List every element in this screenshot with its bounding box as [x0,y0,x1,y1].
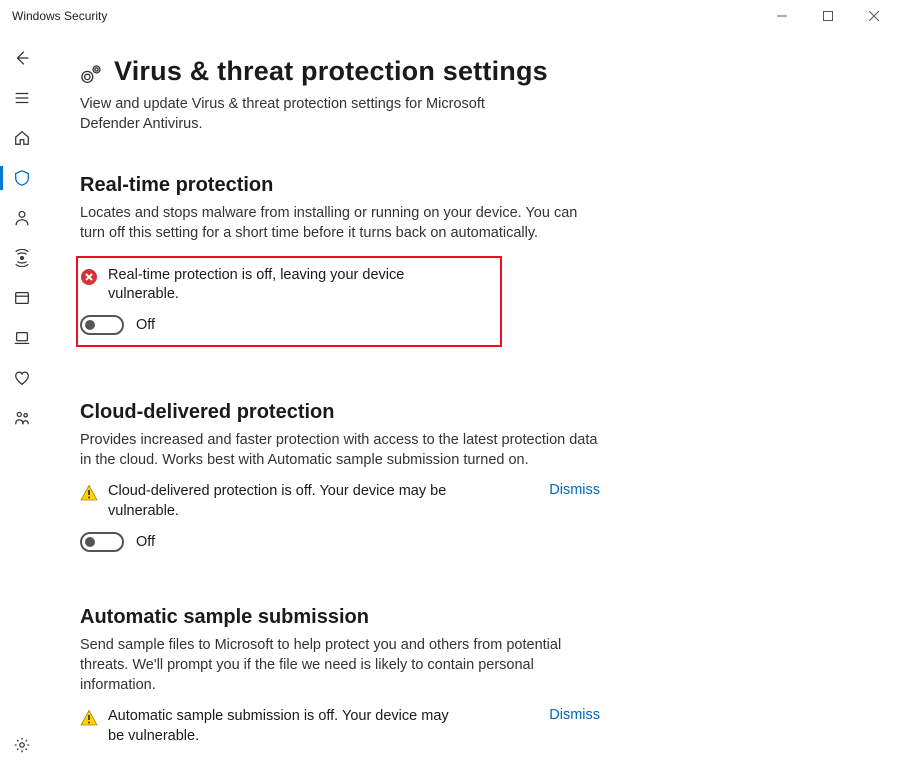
maximize-button[interactable] [805,0,851,32]
dismiss-link-sample[interactable]: Dismiss [549,707,600,723]
section-sample: Automatic sample submission Send sample … [80,606,600,747]
sidebar-item-account[interactable] [0,198,44,238]
error-icon [80,268,98,289]
page-title: Virus & threat protection settings [114,56,548,87]
sidebar-item-home[interactable] [0,118,44,158]
toggle-label-realtime: Off [136,317,155,333]
toggle-knob [85,320,95,330]
network-icon [13,249,31,267]
main-content: Virus & threat protection settings View … [44,32,897,765]
close-icon [869,11,879,21]
page-subtitle: View and update Virus & threat protectio… [80,95,540,134]
window-title: Windows Security [12,9,107,23]
sidebar-item-settings[interactable] [0,725,44,765]
sidebar-item-firewall[interactable] [0,238,44,278]
highlight-realtime-off: Real-time protection is off, leaving you… [76,256,502,347]
warning-icon [80,484,98,505]
alert-text-cloud: Cloud-delivered protection is off. Your … [108,482,468,521]
section-cloud: Cloud-delivered protection Provides incr… [80,401,600,552]
maximize-icon [823,11,833,21]
app-browser-icon [13,289,31,307]
section-desc-cloud: Provides increased and faster protection… [80,430,600,471]
page-header-icon [80,64,102,89]
section-realtime: Real-time protection Locates and stops m… [80,174,600,347]
toggle-cloud[interactable] [80,532,124,552]
minimize-button[interactable] [759,0,805,32]
section-title-cloud: Cloud-delivered protection [80,401,600,424]
section-title-realtime: Real-time protection [80,174,600,197]
alert-text-sample: Automatic sample submission is off. Your… [108,707,468,746]
back-arrow-icon [13,49,31,67]
alert-row-sample: Automatic sample submission is off. Your… [80,707,600,746]
alert-row-realtime: Real-time protection is off, leaving you… [80,266,492,305]
home-icon [13,129,31,147]
alert-row-cloud: Cloud-delivered protection is off. Your … [80,482,600,521]
alert-text-realtime: Real-time protection is off, leaving you… [108,266,468,305]
toggle-knob [85,537,95,547]
menu-button[interactable] [0,78,44,118]
toggle-realtime[interactable] [80,315,124,335]
sidebar-item-device-security[interactable] [0,318,44,358]
toggle-label-cloud: Off [136,534,155,550]
section-desc-sample: Send sample files to Microsoft to help p… [80,635,600,696]
person-icon [13,209,31,227]
titlebar: Windows Security [0,0,897,32]
family-icon [13,409,31,427]
laptop-icon [13,329,31,347]
warning-icon [80,709,98,730]
app-body: Virus & threat protection settings View … [0,32,897,765]
close-button[interactable] [851,0,897,32]
toggle-row-realtime: Off [80,315,492,335]
gear-icon [13,736,31,754]
back-button[interactable] [0,38,44,78]
window-controls [759,0,897,32]
sidebar-spacer [0,438,44,725]
page-header: Virus & threat protection settings [80,56,857,89]
sidebar-item-virus-protection[interactable] [0,158,44,198]
hamburger-icon [13,89,31,107]
section-title-sample: Automatic sample submission [80,606,600,629]
shield-icon [13,169,31,187]
minimize-icon [777,11,787,21]
toggle-row-cloud: Off [80,532,600,552]
section-desc-realtime: Locates and stops malware from installin… [80,203,600,244]
sidebar [0,32,44,765]
settings-gears-icon [80,64,102,86]
sidebar-item-app-browser[interactable] [0,278,44,318]
sidebar-item-device-health[interactable] [0,358,44,398]
heart-icon [13,369,31,387]
dismiss-link-cloud[interactable]: Dismiss [549,482,600,498]
sidebar-item-family[interactable] [0,398,44,438]
